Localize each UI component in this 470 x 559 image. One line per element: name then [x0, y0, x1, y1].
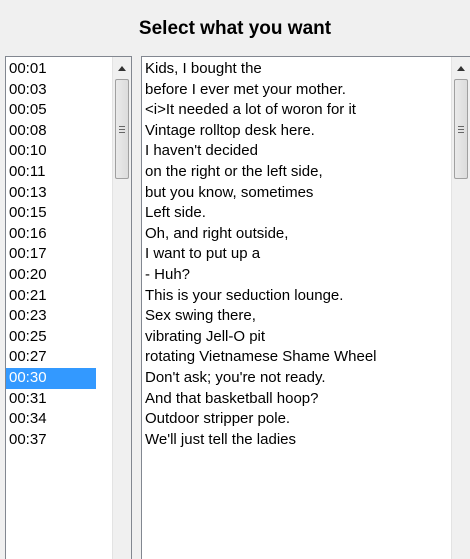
timestamp-item[interactable]: 00:20: [6, 265, 96, 286]
subtitle-line-item[interactable]: Left side.: [142, 203, 446, 224]
subtitle-line-item[interactable]: <i>It needed a lot of woron for it: [142, 100, 446, 121]
scroll-thumb[interactable]: [454, 79, 468, 179]
timestamp-item[interactable]: 00:10: [6, 141, 96, 162]
subtitle-line-item[interactable]: And that basketball hoop?: [142, 389, 446, 410]
timestamp-item[interactable]: 00:03: [6, 80, 96, 101]
timestamp-item[interactable]: 00:34: [6, 409, 96, 430]
subtitle-line-item[interactable]: Outdoor stripper pole.: [142, 409, 446, 430]
grip-icon: [119, 125, 125, 133]
subtitle-line-item[interactable]: Vintage rolltop desk here.: [142, 121, 446, 142]
dialog-title: Select what you want: [138, 18, 332, 39]
timestamp-item[interactable]: 00:01: [6, 59, 96, 80]
timestamp-item[interactable]: 00:08: [6, 121, 96, 142]
subtitle-line-item[interactable]: Sex swing there,: [142, 306, 446, 327]
subtitle-line-item[interactable]: - Huh?: [142, 265, 446, 286]
scroll-thumb[interactable]: [115, 79, 129, 179]
subtitle-line-item[interactable]: but you know, sometimes: [142, 183, 446, 204]
subtitle-text-listbox[interactable]: Kids, I bought the before I ever met your…: [141, 56, 470, 559]
subtitle-line-item[interactable]: We'll just tell the ladies: [142, 430, 446, 451]
subtitle-scrollbar[interactable]: [451, 57, 470, 559]
scroll-up-arrow-icon[interactable]: [452, 60, 470, 77]
grip-icon: [458, 125, 464, 133]
timestamp-rows: 00:01 00:03 00:05 00:08 00:10 00:11 00:13 00:15…: [6, 59, 96, 450]
timestamp-item[interactable]: 00:11: [6, 162, 96, 183]
subtitle-rows: Kids, I bought the before I ever met your…: [142, 59, 446, 450]
timestamp-item[interactable]: 00:13: [6, 183, 96, 204]
subtitle-line-item[interactable]: I haven't decided: [142, 141, 446, 162]
timestamp-item[interactable]: 00:25: [6, 327, 96, 348]
subtitle-line-item[interactable]: Oh, and right outside,: [142, 224, 446, 245]
timestamp-item[interactable]: 00:30: [6, 367, 96, 389]
timestamp-item[interactable]: 00:15: [6, 203, 96, 224]
timestamp-item[interactable]: 00:37: [6, 430, 96, 451]
subtitle-line-item[interactable]: I want to put up a: [142, 244, 446, 265]
subtitle-line-item[interactable]: on the right or the left side,: [142, 162, 446, 183]
scroll-up-arrow-icon[interactable]: [113, 60, 131, 77]
timestamp-item[interactable]: 00:16: [6, 224, 96, 245]
timestamp-listbox[interactable]: 00:01 00:03 00:05 00:08 00:10 00:11 00:13 00:15…: [5, 56, 132, 559]
subtitle-line-item[interactable]: before I ever met your mother.: [142, 80, 446, 101]
subtitle-line-item[interactable]: vibrating Jell-O pit: [142, 327, 446, 348]
timestamp-scrollbar[interactable]: [112, 57, 131, 559]
timestamp-item[interactable]: 00:05: [6, 100, 96, 121]
subtitle-line-item[interactable]: This is your seduction lounge.: [142, 286, 446, 307]
subtitle-line-item[interactable]: rotating Vietnamese Shame Wheel: [142, 347, 446, 368]
subtitle-line-item[interactable]: Don't ask; you're not ready.: [142, 368, 446, 389]
subtitle-line-item[interactable]: Kids, I bought the: [142, 59, 446, 80]
timestamp-item[interactable]: 00:21: [6, 286, 96, 307]
timestamp-item[interactable]: 00:23: [6, 306, 96, 327]
timestamp-item[interactable]: 00:27: [6, 347, 96, 368]
timestamp-item[interactable]: 00:17: [6, 244, 96, 265]
timestamp-item[interactable]: 00:31: [6, 389, 96, 410]
